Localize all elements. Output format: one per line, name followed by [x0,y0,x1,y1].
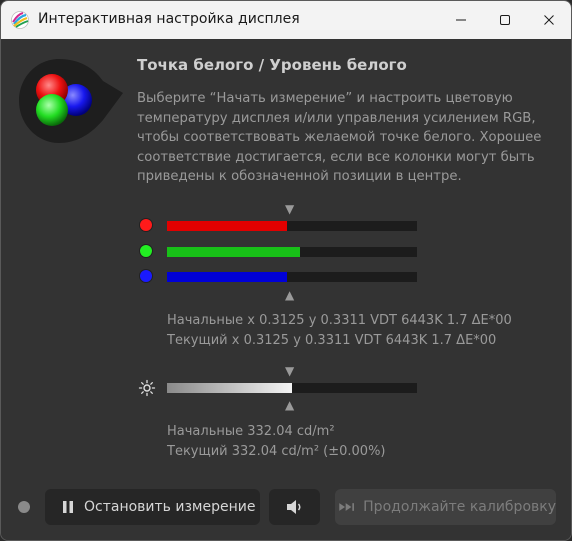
target-marker-bottom: ▲ [285,288,295,302]
maximize-button[interactable] [483,1,527,39]
rgb-logo [19,59,123,143]
green-gain-fill [167,247,300,257]
speaker-icon [286,500,300,514]
continue-calibration-button[interactable]: Продолжайте калибровку [335,489,556,525]
section-heading: Точка белого / Уровень белого [137,56,407,74]
luminance-bar [167,383,417,393]
skip-forward-icon [339,503,354,511]
luminance-current: Текущий 332.04 cd/m² (±0.00%) [167,444,386,459]
blue-gain-bar [167,272,417,282]
green-indicator-dot [140,245,152,257]
sound-toggle-button[interactable] [269,489,320,525]
green-gain-bar [167,247,417,257]
app-icon [11,11,29,29]
red-gain-bar [167,221,417,231]
red-gain-fill [167,221,287,231]
luminance-initial: Начальные 332.04 cd/m² [167,424,335,439]
minimize-button[interactable] [439,1,483,39]
close-button[interactable] [527,1,571,39]
target-marker-top: ▼ [285,202,295,216]
instructions-text: Выберите “Начать измерение” и настроить … [137,91,542,184]
content-area: Точка белого / Уровень белого Выберите “… [1,39,571,540]
luminance-fill [167,383,292,393]
titlebar: Интерактивная настройка дисплея [1,1,571,39]
pause-icon [63,501,73,513]
continue-calibration-label: Продолжайте калибровку [363,499,556,515]
white-point-initial: Начальные x 0.3125 y 0.3311 VDT 6443K 1.… [167,313,512,328]
window: Интерактивная настройка дисплея Точка бе… [0,0,572,541]
luminance-marker-bottom: ▲ [285,398,295,412]
sun-icon [138,379,156,397]
red-indicator-dot [140,219,152,231]
stop-measurement-button[interactable]: Остановить измерение [45,489,260,525]
minimize-icon [456,19,466,21]
maximize-icon [500,15,510,25]
blue-gain-fill [167,272,287,282]
stop-measurement-label: Остановить измерение [84,499,256,515]
status-indicator [18,501,30,513]
window-title: Интерактивная настройка дисплея [38,11,300,27]
white-point-current: Текущий x 0.3125 y 0.3311 VDT 6443K 1.7 … [167,333,497,348]
close-icon [544,15,554,25]
blue-indicator-dot [140,270,152,282]
luminance-marker-top: ▼ [285,364,295,378]
